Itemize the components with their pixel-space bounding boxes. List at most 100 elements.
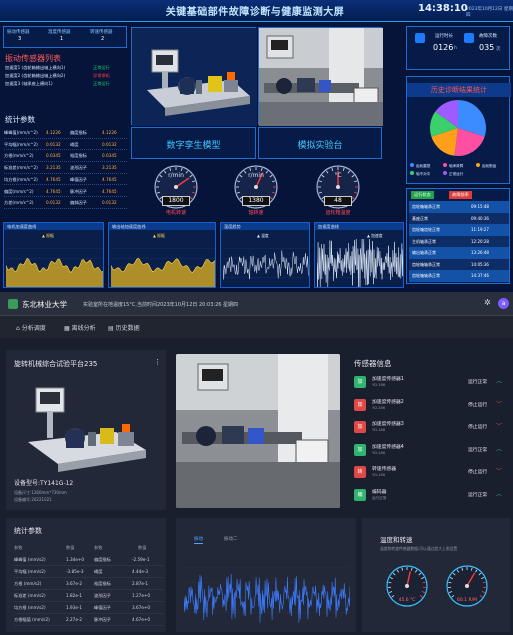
app-nav: ⌂ 分析调度 ▦ 离线分析 ▤ 历史数据 [0, 316, 513, 338]
kpi-value: 035 [479, 43, 495, 52]
stats-row: 均方根(mm/s^2) 4.7645 峰值因子 4.7645 [4, 174, 127, 186]
lab-photo-image [259, 28, 383, 126]
chart-title: 加速度曲线 [315, 223, 403, 230]
status-row[interactable]: 基座正常 09:40:36 [409, 212, 509, 224]
dashboard-date: 2023年10月12日 星期四 [466, 7, 513, 18]
sensor-info-panel: 传感器信息 加加速度传感器1 YD-186 运行正常 ︿ 加加速度传感器2 YD-186 停… [350, 350, 510, 510]
lab-bench-photo[interactable] [258, 27, 383, 126]
legend-text: 振幅 [46, 233, 54, 238]
stats-title: 统计参数 [14, 527, 42, 535]
kpi-panel: 运行时长 0126 h 故障次数 035 次 [406, 26, 510, 70]
sensor-item[interactable]: 加加速度传感器1 YD-186 运行正常 ︿ [350, 372, 508, 396]
digital-twin-view[interactable] [131, 27, 257, 126]
stats-title: 统计参数 [5, 115, 35, 124]
wave-tab-2[interactable]: 振动二 [224, 536, 238, 542]
counter-value: 2 [101, 36, 105, 42]
area-wave [6, 248, 103, 287]
stats-header: 参数 数值 参数 数值 [14, 545, 147, 550]
temp-speed-subtitle: 温度和转速传感器数据/可以通过超大上限设置 [380, 546, 458, 551]
status-row[interactable]: 齿轮箱轴承正常 14:37:46 [409, 270, 509, 282]
sensor-item[interactable]: 加加速度传感器3 YD-186 停止运行 ﹀ [350, 417, 508, 441]
status-arrow-icon: ︿ [496, 378, 503, 385]
sensor-item[interactable]: 加加速度传感器4 YD-186 运行正常 ︿ [350, 440, 508, 464]
status-arrow-icon: ︿ [496, 445, 503, 453]
gauge-label: 轴转速 [248, 210, 264, 216]
status-table: 运行状态 故障频率 齿轮箱轴承正常 09:15:48 基座正常 09:40:36 齿轮箱… [406, 188, 510, 284]
legend-swatch [476, 163, 480, 167]
status-row[interactable]: 齿轮箱轴承正常 14:05:36 [409, 258, 509, 270]
chart-title: 输出轴加速度曲线 [109, 223, 215, 230]
sensor-item[interactable]: 转转速传感器 YD-186 停止运行 ﹀ [350, 462, 508, 486]
output-shaft-accel-chart: 输出轴加速度曲线 ▲ 振幅 [108, 222, 216, 288]
avatar[interactable]: a [498, 298, 509, 309]
temperature-gauge: 45.6 °C [382, 564, 432, 624]
tab-history[interactable]: ▤ 历史数据 [108, 323, 140, 332]
brand-name: 东北林业大学 [22, 300, 67, 309]
sensor-row[interactable]: 加速度1 (齿轮箱输出轴上横向1) 正常运行 [5, 64, 127, 72]
kpi-label: 运行时长 [435, 34, 453, 39]
gauge-value: 60.1 R/M [457, 598, 477, 603]
stats-row: 方根幅值 (mm/s2) 2.27e-2 脉冲因子 4.67e+0 [14, 614, 164, 626]
legend-swatch [410, 171, 414, 175]
sensor-item[interactable]: 编编码器 运行正常 运行正常 ︿ [350, 485, 508, 509]
sensor-badge: 转 [354, 466, 366, 478]
header-info: 实验室所在地温度15°C,当前时间2023年10月12日 20:03:26 星期… [83, 302, 239, 308]
lab-photo-image [176, 354, 340, 508]
wave-tab-1[interactable]: 振动 [194, 536, 203, 544]
stats-card: 统计参数 参数 数值 参数 数值 峰峰值 (mm/s2) 1.34e+0 偏度指标 -… [6, 518, 166, 632]
legend-item: 正常运行 [443, 171, 463, 177]
stats-row: 标准差 (mm/s2) 1.82e-1 波形因子 1.27e+0 [14, 590, 164, 602]
area-wave [111, 248, 215, 287]
wave-area [111, 258, 215, 287]
device-model: 设备型号:TY141G-12 [14, 480, 74, 487]
acceleration-chart: 加速度曲线 ▲ 加速度 [314, 222, 404, 288]
stats-row: 方根(mm/s^2) 0.0345 裕度指标 0.0345 [4, 150, 127, 163]
chart-title: 电机加速度曲线 [4, 223, 103, 230]
sensor-badge: 加 [354, 376, 366, 388]
counter-label: 振动传感器 [7, 30, 30, 35]
diag-title: 历史诊断结果统计 [407, 83, 511, 97]
tab-offline[interactable]: ▦ 离线分析 [64, 323, 96, 332]
counter-value: 3 [18, 36, 22, 42]
motor-speed-gauge: r/min 1800 电机转速 [141, 163, 211, 219]
status-row[interactable]: 主机轴承正常 12:20:28 [409, 235, 509, 247]
simulation-bench-button[interactable]: 模拟实验台 [258, 127, 382, 159]
stats-row: 标准差(mm/s^2) 3.2135 波形因子 3.2135 [4, 162, 127, 174]
runtime-icon [415, 33, 425, 43]
gauge-unit: r/min [248, 172, 264, 179]
analysis-app: 东北林业大学 实验室所在地温度15°C,当前时间2023年10月12日 20:0… [0, 292, 513, 635]
digital-twin-button[interactable]: 数字孪生模型 [131, 127, 256, 159]
settings-icon[interactable]: ✲ [484, 298, 491, 307]
gauge-value: 48 [324, 196, 352, 206]
status-row[interactable]: 齿轮箱齿轮正常 11:19:27 [409, 224, 509, 236]
stats-row: 平均幅(mm/s^2) 0.0132 峭度 0.0132 [4, 139, 127, 151]
gauge-value: 1380 [242, 196, 270, 206]
dial-hub [174, 185, 178, 189]
counter-value: 1 [60, 36, 64, 42]
stats-row: 峰峰值 (mm/s2) 1.34e+0 偏度指标 -2.59e-1 [14, 554, 164, 566]
kpi-unit: h [454, 46, 457, 51]
device-size: 设备尺寸:1260mm*730mm [14, 490, 67, 495]
sensor-badge: 加 [354, 398, 366, 411]
sensor-row[interactable]: 加速度2 (齿轮箱输出轴上横向2) 异常停机 [5, 72, 127, 80]
tab-analysis[interactable]: ⌂ 分析调度 [16, 323, 46, 332]
digital-twin-image [132, 28, 257, 126]
dashboard-header: 关键基础部件故障诊断与健康监测大屏 14:38:10 2023年10月12日 星… [0, 0, 513, 22]
sensor-badge: 加 [354, 443, 366, 456]
dial-hub [336, 185, 340, 189]
gauge-label: 电机转速 [165, 210, 186, 216]
stats-row: 均方根 (mm/s2) 1.93e-1 峰值因子 3.67e+0 [14, 602, 164, 614]
status-row[interactable]: 齿轮箱轴承正常 09:15:48 [409, 201, 509, 213]
legend-item: 齿轮断齿 [476, 163, 496, 169]
sensor-counters: 振动传感器 3 温度传感器 1 转速传感器 2 [3, 26, 127, 48]
wave-line [317, 239, 403, 287]
gauge-value: 45.6 °C [398, 598, 416, 603]
counter-label: 温度传感器 [48, 30, 71, 35]
table-header: 运行状态 [411, 191, 434, 199]
dial-hub [465, 584, 469, 588]
status-row[interactable]: 输出轴承正常 13:26:48 [409, 247, 509, 259]
more-icon[interactable]: ⋮ [154, 358, 161, 366]
sensor-row[interactable]: 加速度3 (轴承座上横向1) 正常运行 [5, 80, 127, 88]
sensor-item[interactable]: 加加速度传感器2 YD-186 停止运行 ﹀ [350, 395, 508, 419]
diagnosis-stats-panel: 历史诊断结果统计 齿轮磨损 轴承故障 齿轮断齿 轴不对中 正常运行 [406, 76, 511, 184]
